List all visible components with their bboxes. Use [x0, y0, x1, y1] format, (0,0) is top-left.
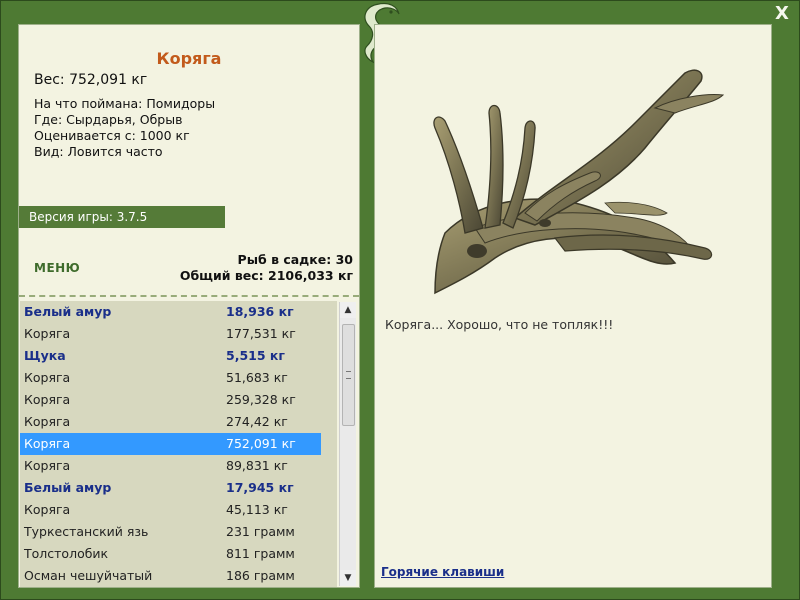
catch-frequency: Вид: Ловится часто: [34, 144, 163, 159]
fish-count: Рыб в садке: 30: [237, 252, 353, 267]
game-version: Версия игры: 3.7.5: [19, 206, 225, 228]
scroll-down-button[interactable]: ▼: [340, 570, 356, 586]
catch-list-scrollbar[interactable]: ▲ ▼: [339, 302, 356, 586]
catch-list-item[interactable]: Белый амур 18,936 кг: [20, 301, 337, 323]
catch-list-item-weight: 186 грамм: [226, 568, 295, 583]
catch-list-item-name: Коряга: [24, 458, 71, 473]
catch-list-item[interactable]: Толстолобик 811 грамм: [20, 543, 337, 565]
catch-list-item-weight: 811 грамм: [226, 546, 295, 561]
divider: [19, 295, 359, 297]
catch-list-item-weight: 231 грамм: [226, 524, 295, 539]
catch-list-item-name: Коряга: [24, 326, 71, 341]
catch-list-item[interactable]: Коряга 259,328 кг: [20, 389, 337, 411]
catch-list-item-name: Осман чешуйчатый: [24, 568, 153, 583]
catch-list-item[interactable]: Коряга 274,42 кг: [20, 411, 337, 433]
catch-list[interactable]: Белый амур 18,936 кг Коряга 177,531 кг Щука 5…: [20, 301, 337, 587]
catch-list-item-name: Коряга: [24, 436, 71, 451]
total-weight: Общий вес: 2106,033 кг: [179, 268, 353, 283]
catch-list-item[interactable]: Коряга 89,831 кг: [20, 455, 337, 477]
close-button[interactable]: X: [772, 4, 792, 24]
catch-list-item-name: Белый амур: [24, 480, 112, 495]
catch-weight: Вес: 752,091 кг: [34, 72, 148, 88]
catch-list-item-name: Толстолобик: [24, 546, 109, 561]
scroll-up-button[interactable]: ▲: [340, 302, 356, 318]
catch-preview-panel: Коряга... Хорошо, что не топляк!!! Горяч…: [374, 24, 772, 588]
catch-list-item[interactable]: Щука 5,515 кг: [20, 345, 337, 367]
catch-details: На что поймана: Помидоры Где: Сырдарья, …: [34, 96, 215, 160]
catch-list-item-weight: 177,531 кг: [226, 326, 296, 341]
keepnet-stats: Рыб в садке: 30 Общий вес: 2106,033 кг: [180, 252, 353, 284]
catch-list-item[interactable]: Коряга 45,113 кг: [20, 499, 337, 521]
hotkeys-link[interactable]: Горячие клавиши: [381, 565, 504, 579]
catch-list-item-weight: 752,091 кг: [226, 436, 296, 451]
catch-list-item-weight: 259,328 кг: [226, 392, 296, 407]
catch-info-panel: Коряга Вес: 752,091 кг На что поймана: П…: [18, 24, 360, 588]
catch-list-item-name: Белый амур: [24, 304, 112, 319]
catch-list-item[interactable]: Коряга 177,531 кг: [20, 323, 337, 345]
catch-list-item-weight: 89,831 кг: [226, 458, 288, 473]
catch-list-item-name: Коряга: [24, 502, 71, 517]
catch-list-item[interactable]: Туркестанский язь 231 грамм: [20, 521, 337, 543]
catch-list-item[interactable]: Осман чешуйчатый 186 грамм: [20, 565, 337, 587]
menu-button[interactable]: МЕНЮ: [34, 261, 80, 275]
catch-description: Коряга... Хорошо, что не топляк!!!: [385, 317, 614, 332]
catch-list-item[interactable]: Коряга 51,683 кг: [20, 367, 337, 389]
catch-list-item-weight: 45,113 кг: [226, 502, 288, 517]
catch-list-item-weight: 17,945 кг: [226, 480, 294, 495]
catch-list-item[interactable]: Коряга 752,091 кг: [20, 433, 321, 455]
catch-list-item-name: Щука: [24, 348, 66, 363]
catch-value: Оценивается с: 1000 кг: [34, 128, 190, 143]
catch-list-item-weight: 5,515 кг: [226, 348, 285, 363]
catch-list-item-weight: 274,42 кг: [226, 414, 288, 429]
catch-list-item-weight: 51,683 кг: [226, 370, 288, 385]
catch-list-item-name: Туркестанский язь: [24, 524, 149, 539]
catch-location: Где: Сырдарья, Обрыв: [34, 112, 183, 127]
catch-list-item[interactable]: Белый амур 17,945 кг: [20, 477, 337, 499]
catch-bait: На что поймана: Помидоры: [34, 96, 216, 111]
driftwood-image: [405, 53, 735, 301]
scroll-thumb[interactable]: [342, 324, 355, 426]
catch-list-item-name: Коряга: [24, 392, 71, 407]
catch-list-item-name: Коряга: [24, 370, 71, 385]
catch-title: Коряга: [156, 49, 222, 68]
catch-list-item-weight: 18,936 кг: [226, 304, 294, 319]
catch-list-item-name: Коряга: [24, 414, 71, 429]
